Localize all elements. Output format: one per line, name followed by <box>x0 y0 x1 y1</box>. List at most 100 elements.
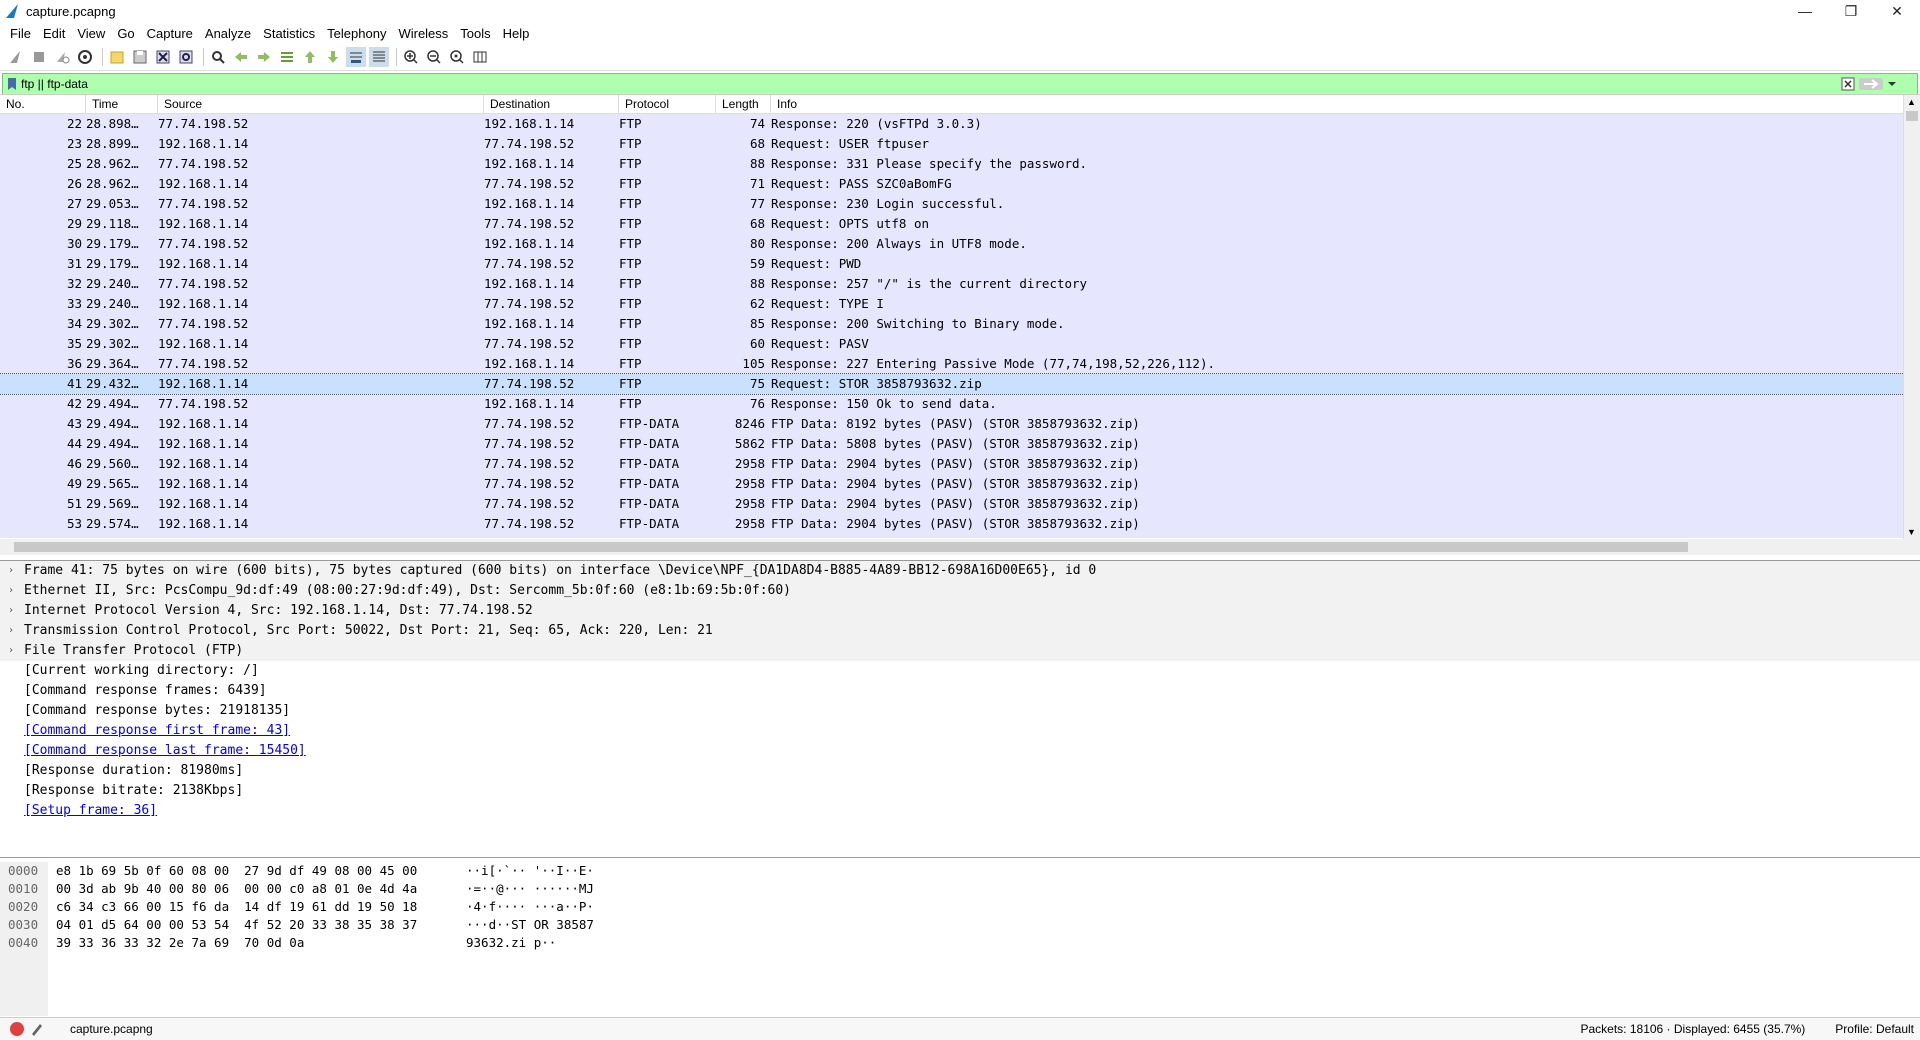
column-destination[interactable]: Destination <box>484 95 619 113</box>
ascii-line[interactable]: ·4·f···· ···a··P· <box>466 898 594 916</box>
close-file-icon[interactable] <box>153 47 173 67</box>
hex-line[interactable]: 04 01 d5 64 00 00 53 54 4f 52 20 33 38 3… <box>56 916 417 934</box>
expand-arrow-icon[interactable]: › <box>8 601 24 621</box>
go-to-packet-icon[interactable] <box>277 47 297 67</box>
packet-row[interactable]: 43 29.494… 192.168.1.14 77.74.198.52 FTP-DAT… <box>0 414 1920 434</box>
expand-arrow-icon[interactable]: › <box>8 641 24 661</box>
packet-row[interactable]: 36 29.364… 77.74.198.52 192.168.1.14 FTP 105 R… <box>0 354 1920 374</box>
last-packet-icon[interactable] <box>323 47 343 67</box>
zoom-out-icon[interactable] <box>424 47 444 67</box>
reload-file-icon[interactable] <box>176 47 196 67</box>
find-packet-icon[interactable] <box>208 47 228 67</box>
vscroll-thumb[interactable] <box>1906 111 1918 121</box>
packet-row[interactable]: 34 29.302… 77.74.198.52 192.168.1.14 FTP 85 Re… <box>0 314 1920 334</box>
go-forward-icon[interactable] <box>254 47 274 67</box>
packet-row[interactable]: 42 29.494… 77.74.198.52 192.168.1.14 FTP 76 Re… <box>0 394 1920 414</box>
maximize-button[interactable]: ❐ <box>1828 3 1874 20</box>
tree-ftp[interactable]: › File Transfer Protocol (FTP) <box>0 641 1920 661</box>
menu-wireless[interactable]: Wireless <box>392 26 454 41</box>
menu-help[interactable]: Help <box>497 26 536 41</box>
tree-field[interactable]: [Command response bytes: 21918135] <box>0 701 1920 721</box>
hex-line[interactable]: 39 33 36 33 32 2e 7a 69 70 0d 0a <box>56 934 417 952</box>
packet-row[interactable]: 26 28.962… 192.168.1.14 77.74.198.52 FTP 71 Re… <box>0 174 1920 194</box>
column-info[interactable]: Info <box>771 95 1920 113</box>
tree-ethernet[interactable]: › Ethernet II, Src: PcsCompu_9d:df:49 (08… <box>0 581 1920 601</box>
save-file-icon[interactable] <box>130 47 150 67</box>
packet-row[interactable]: 51 29.569… 192.168.1.14 77.74.198.52 FTP-DAT… <box>0 494 1920 514</box>
ascii-dump[interactable]: ··i[·`·· '··I··E· ·=··@··· ······MJ ·4·f… <box>466 862 594 952</box>
tree-ip[interactable]: › Internet Protocol Version 4, Src: 192.1… <box>0 601 1920 621</box>
menu-file[interactable]: File <box>4 26 37 41</box>
autoscroll-icon[interactable] <box>346 47 366 67</box>
hex-line[interactable]: e8 1b 69 5b 0f 60 08 00 27 9d df 49 08 0… <box>56 862 417 880</box>
packet-list-hscroll[interactable] <box>0 539 1920 555</box>
packet-row[interactable]: 32 29.240… 77.74.198.52 192.168.1.14 FTP 88 Re… <box>0 274 1920 294</box>
packet-row[interactable]: 35 29.302… 192.168.1.14 77.74.198.52 FTP 60 Re… <box>0 334 1920 354</box>
column-protocol[interactable]: Protocol <box>619 95 716 113</box>
close-button[interactable]: ✕ <box>1874 3 1920 20</box>
hscroll-thumb[interactable] <box>14 542 1688 552</box>
hex-line[interactable]: 00 3d ab 9b 40 00 80 06 00 00 c0 a8 01 0… <box>56 880 417 898</box>
tree-frame[interactable]: › Frame 41: 75 bytes on wire (600 bits), … <box>0 561 1920 581</box>
clear-filter-icon[interactable] <box>1841 77 1855 91</box>
open-file-icon[interactable] <box>107 47 127 67</box>
status-profile[interactable]: Profile: Default <box>1835 1022 1914 1036</box>
packet-row[interactable]: 49 29.565… 192.168.1.14 77.74.198.52 FTP-DAT… <box>0 474 1920 494</box>
ascii-line[interactable]: ·=··@··· ······MJ <box>466 880 594 898</box>
restart-capture-icon[interactable] <box>52 47 72 67</box>
menu-capture[interactable]: Capture <box>141 26 199 41</box>
menu-analyze[interactable]: Analyze <box>199 26 257 41</box>
first-packet-icon[interactable] <box>300 47 320 67</box>
menu-tools[interactable]: Tools <box>454 26 496 41</box>
ascii-line[interactable]: ···d··ST OR 38587 <box>466 916 594 934</box>
tree-tcp[interactable]: › Transmission Control Protocol, Src Port… <box>0 621 1920 641</box>
edit-comment-icon[interactable] <box>30 1022 44 1036</box>
packet-row[interactable]: 23 28.899… 192.168.1.14 77.74.198.52 FTP 68 Re… <box>0 134 1920 154</box>
expand-arrow-icon[interactable]: › <box>8 581 24 601</box>
hex-dump[interactable]: e8 1b 69 5b 0f 60 08 00 27 9d df 49 08 0… <box>56 862 417 952</box>
normal-size-icon[interactable] <box>447 47 467 67</box>
packet-row[interactable]: 41 29.432… 192.168.1.14 77.74.198.52 FTP 75 Re… <box>0 373 1920 395</box>
tree-field[interactable]: [Current working directory: /] <box>0 661 1920 681</box>
packet-row[interactable]: 27 29.053… 77.74.198.52 192.168.1.14 FTP 77 Re… <box>0 194 1920 214</box>
expand-arrow-icon[interactable]: › <box>8 561 24 581</box>
expand-arrow-icon[interactable]: › <box>8 621 24 641</box>
packet-row[interactable]: 46 29.560… 192.168.1.14 77.74.198.52 FTP-DAT… <box>0 454 1920 474</box>
tree-link-last-frame[interactable]: [Command response last frame: 15450] <box>0 741 1920 761</box>
expert-info-icon[interactable] <box>10 1022 24 1036</box>
column-source[interactable]: Source <box>158 95 484 113</box>
colorize-icon[interactable] <box>369 47 389 67</box>
packet-row[interactable]: 22 28.898… 77.74.198.52 192.168.1.14 FTP 74 Re… <box>0 114 1920 134</box>
tree-link-setup-frame[interactable]: [Setup frame: 36] <box>0 801 1920 821</box>
ascii-line[interactable]: 93632.zi p·· <box>466 934 594 952</box>
zoom-in-icon[interactable] <box>401 47 421 67</box>
column-no[interactable]: No. <box>0 95 86 113</box>
packet-row[interactable]: 53 29.574… 192.168.1.14 77.74.198.52 FTP-DAT… <box>0 514 1920 534</box>
tree-field[interactable]: [Command response frames: 6439] <box>0 681 1920 701</box>
tree-field[interactable]: [Response bitrate: 2138Kbps] <box>0 781 1920 801</box>
menu-edit[interactable]: Edit <box>37 26 71 41</box>
packet-list-vscroll[interactable]: ▲ ▼ <box>1903 95 1920 539</box>
menu-go[interactable]: Go <box>111 26 140 41</box>
apply-filter-icon[interactable] <box>1859 77 1883 91</box>
packet-row[interactable]: 29 29.118… 192.168.1.14 77.74.198.52 FTP 68 Re… <box>0 214 1920 234</box>
scroll-up-icon[interactable]: ▲ <box>1907 97 1916 107</box>
menu-statistics[interactable]: Statistics <box>257 26 321 41</box>
packet-row[interactable]: 25 28.962… 77.74.198.52 192.168.1.14 FTP 88 Re… <box>0 154 1920 174</box>
stop-capture-icon[interactable] <box>29 47 49 67</box>
hex-line[interactable]: c6 34 c3 66 00 15 f6 da 14 df 19 61 dd 1… <box>56 898 417 916</box>
minimize-button[interactable]: — <box>1782 3 1828 20</box>
start-capture-icon[interactable] <box>6 47 26 67</box>
column-length[interactable]: Length <box>716 95 771 113</box>
tree-field[interactable]: [Response duration: 81980ms] <box>0 761 1920 781</box>
display-filter-input[interactable]: ftp || ftp-data <box>21 77 1841 91</box>
packet-row[interactable]: 33 29.240… 192.168.1.14 77.74.198.52 FTP 62 Re… <box>0 294 1920 314</box>
ascii-line[interactable]: ··i[·`·· '··I··E· <box>466 862 594 880</box>
packet-row[interactable]: 44 29.494… 192.168.1.14 77.74.198.52 FTP-DAT… <box>0 434 1920 454</box>
filter-dropdown-icon[interactable] <box>1887 77 1897 91</box>
column-time[interactable]: Time <box>86 95 158 113</box>
menu-telephony[interactable]: Telephony <box>321 26 392 41</box>
scroll-down-icon[interactable]: ▼ <box>1907 527 1916 537</box>
tree-link-first-frame[interactable]: [Command response first frame: 43] <box>0 721 1920 741</box>
packet-row[interactable]: 30 29.179… 77.74.198.52 192.168.1.14 FTP 80 Re… <box>0 234 1920 254</box>
